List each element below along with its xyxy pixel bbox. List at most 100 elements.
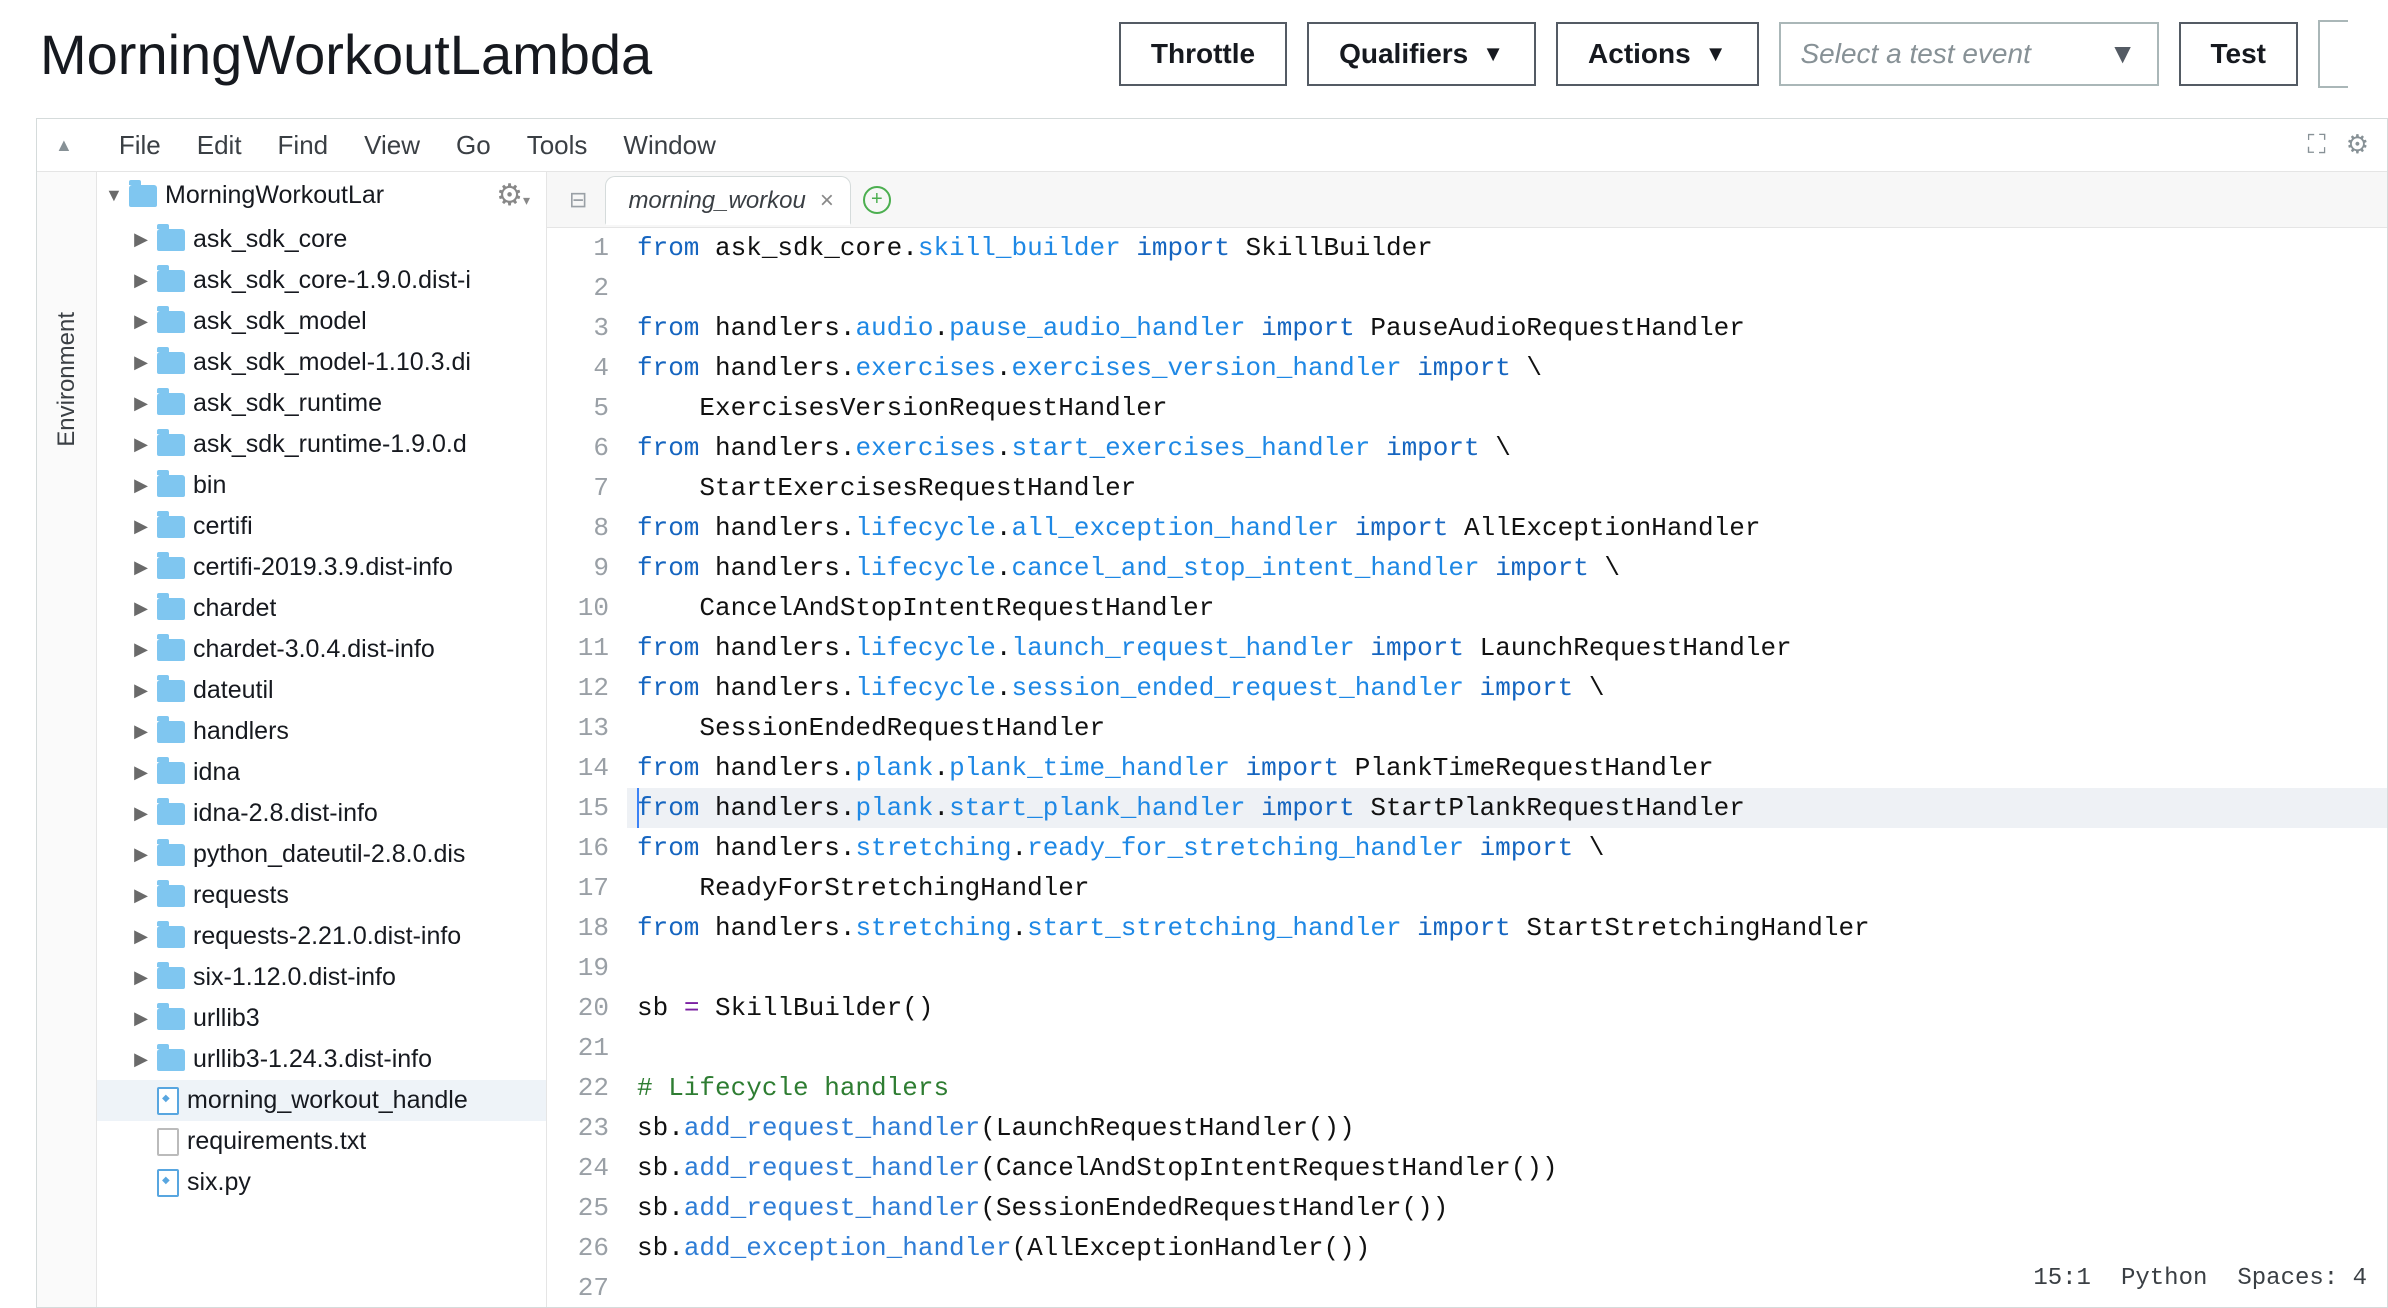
code-line[interactable]: # Lifecycle handlers	[627, 1068, 2387, 1108]
menu-tools[interactable]: Tools	[527, 130, 588, 161]
collapse-icon[interactable]: ▲	[55, 135, 73, 156]
tree-folder[interactable]: ▶ requests-2.21.0.dist-info	[97, 916, 546, 957]
tree-gear-icon[interactable]: ⚙▾	[496, 178, 530, 213]
code-line[interactable]	[627, 948, 2387, 988]
tree-file[interactable]: morning_workout_handle	[97, 1080, 546, 1121]
ide-menubar: ▲ File Edit Find View Go Tools Window ⛶ ⚙	[37, 119, 2387, 172]
code-line[interactable]: from handlers.plank.start_plank_handler …	[627, 788, 2387, 828]
tree-folder[interactable]: ▶ certifi	[97, 506, 546, 547]
code-line[interactable]: SessionEndedRequestHandler	[627, 708, 2387, 748]
tree-folder-label: six-1.12.0.dist-info	[193, 963, 396, 992]
tree-folder[interactable]: ▶ six-1.12.0.dist-info	[97, 957, 546, 998]
truncated-button[interactable]	[2318, 20, 2348, 88]
code-line[interactable]: from handlers.plank.plank_time_handler i…	[627, 748, 2387, 788]
code-line[interactable]: from handlers.lifecycle.all_exception_ha…	[627, 508, 2387, 548]
code-line[interactable]: from handlers.lifecycle.launch_request_h…	[627, 628, 2387, 668]
code-line[interactable]: from handlers.lifecycle.cancel_and_stop_…	[627, 548, 2387, 588]
tree-folder-label: dateutil	[193, 676, 274, 705]
code-line[interactable]: from handlers.stretching.start_stretchin…	[627, 908, 2387, 948]
code-line[interactable]: from handlers.exercises.exercises_versio…	[627, 348, 2387, 388]
environment-tab[interactable]: Environment	[37, 172, 97, 1307]
tree-folder-label: certifi-2019.3.9.dist-info	[193, 553, 453, 582]
tree-folder-label: ask_sdk_model-1.10.3.di	[193, 348, 471, 377]
tree-folder[interactable]: ▶ ask_sdk_model-1.10.3.di	[97, 342, 546, 383]
code-line[interactable]	[627, 268, 2387, 308]
twisty-closed-icon: ▶	[133, 803, 149, 824]
code-line[interactable]: ReadyForStretchingHandler	[627, 868, 2387, 908]
ide-panel: ▲ File Edit Find View Go Tools Window ⛶ ⚙ Envi…	[36, 118, 2388, 1308]
tree-file[interactable]: requirements.txt	[97, 1121, 546, 1162]
tab-collapse-icon[interactable]: ⊟	[557, 187, 599, 213]
actions-dropdown[interactable]: Actions ▼	[1556, 22, 1758, 86]
code-line[interactable]: sb.add_request_handler(SessionEndedReque…	[627, 1188, 2387, 1228]
close-tab-icon[interactable]: ×	[820, 187, 834, 215]
code-content[interactable]: from ask_sdk_core.skill_builder import S…	[627, 228, 2387, 1307]
indent-mode[interactable]: Spaces: 4	[2237, 1259, 2367, 1299]
code-line[interactable]: sb = SkillBuilder()	[627, 988, 2387, 1028]
tree-root[interactable]: ▼ MorningWorkoutLar ⚙▾	[97, 172, 546, 219]
tree-folder-label: requests	[193, 881, 289, 910]
add-tab-button[interactable]: +	[863, 186, 891, 214]
menu-view[interactable]: View	[364, 130, 420, 161]
code-line[interactable]: from ask_sdk_core.skill_builder import S…	[627, 228, 2387, 268]
tree-folder[interactable]: ▶ ask_sdk_core	[97, 219, 546, 260]
code-line[interactable]: from handlers.exercises.start_exercises_…	[627, 428, 2387, 468]
tree-folder[interactable]: ▶ chardet	[97, 588, 546, 629]
folder-icon	[157, 885, 185, 907]
test-button[interactable]: Test	[2179, 22, 2299, 86]
tree-folder-label: bin	[193, 471, 226, 500]
editor-tab[interactable]: morning_workou ×	[605, 176, 850, 225]
folder-icon	[157, 475, 185, 497]
tree-file-label: morning_workout_handle	[187, 1086, 468, 1115]
code-line[interactable]	[627, 1028, 2387, 1068]
fullscreen-icon[interactable]: ⛶	[2307, 129, 2325, 161]
code-line[interactable]: from handlers.lifecycle.session_ended_re…	[627, 668, 2387, 708]
tree-folder[interactable]: ▶ certifi-2019.3.9.dist-info	[97, 547, 546, 588]
tree-folder[interactable]: ▶ python_dateutil-2.8.0.dis	[97, 834, 546, 875]
tree-file[interactable]: six.py	[97, 1162, 546, 1203]
twisty-closed-icon: ▶	[133, 557, 149, 578]
code-line[interactable]: from handlers.audio.pause_audio_handler …	[627, 308, 2387, 348]
tree-folder[interactable]: ▶ dateutil	[97, 670, 546, 711]
code-line[interactable]: from handlers.stretching.ready_for_stret…	[627, 828, 2387, 868]
twisty-closed-icon: ▶	[133, 762, 149, 783]
qualifiers-dropdown[interactable]: Qualifiers ▼	[1307, 22, 1536, 86]
twisty-closed-icon: ▶	[133, 885, 149, 906]
tree-folder[interactable]: ▶ ask_sdk_runtime-1.9.0.d	[97, 424, 546, 465]
editor-statusbar: 15:1 Python Spaces: 4	[2013, 1251, 2387, 1307]
folder-icon	[157, 516, 185, 538]
tree-folder[interactable]: ▶ handlers	[97, 711, 546, 752]
tree-folder[interactable]: ▶ requests	[97, 875, 546, 916]
settings-icon[interactable]: ⚙	[2346, 129, 2369, 161]
tree-folder-label: idna	[193, 758, 240, 787]
menu-window[interactable]: Window	[623, 130, 715, 161]
tree-file-label: six.py	[187, 1168, 251, 1197]
code-line[interactable]: CancelAndStopIntentRequestHandler	[627, 588, 2387, 628]
code-editor[interactable]: 1234567891011121314151617181920212223242…	[547, 228, 2387, 1307]
menu-file[interactable]: File	[119, 130, 161, 161]
code-line[interactable]: StartExercisesRequestHandler	[627, 468, 2387, 508]
tree-folder[interactable]: ▶ chardet-3.0.4.dist-info	[97, 629, 546, 670]
throttle-button[interactable]: Throttle	[1119, 22, 1287, 86]
tree-folder[interactable]: ▶ urllib3-1.24.3.dist-info	[97, 1039, 546, 1080]
code-line[interactable]: sb.add_request_handler(CancelAndStopInte…	[627, 1148, 2387, 1188]
menu-go[interactable]: Go	[456, 130, 491, 161]
tree-folder[interactable]: ▶ ask_sdk_model	[97, 301, 546, 342]
test-event-select[interactable]: Select a test event ▼	[1779, 22, 2159, 86]
language-mode[interactable]: Python	[2121, 1259, 2207, 1299]
tree-folder-label: ask_sdk_runtime	[193, 389, 382, 418]
menu-edit[interactable]: Edit	[197, 130, 242, 161]
tree-folder[interactable]: ▶ ask_sdk_runtime	[97, 383, 546, 424]
twisty-closed-icon: ▶	[133, 639, 149, 660]
folder-icon	[157, 229, 185, 251]
tree-folder[interactable]: ▶ idna-2.8.dist-info	[97, 793, 546, 834]
menu-find[interactable]: Find	[278, 130, 329, 161]
tree-folder[interactable]: ▶ idna	[97, 752, 546, 793]
code-line[interactable]: sb.add_request_handler(LaunchRequestHand…	[627, 1108, 2387, 1148]
folder-icon	[157, 639, 185, 661]
tree-folder[interactable]: ▶ ask_sdk_core-1.9.0.dist-i	[97, 260, 546, 301]
tree-folder-label: chardet	[193, 594, 276, 623]
tree-folder[interactable]: ▶ bin	[97, 465, 546, 506]
code-line[interactable]: ExercisesVersionRequestHandler	[627, 388, 2387, 428]
tree-folder[interactable]: ▶ urllib3	[97, 998, 546, 1039]
